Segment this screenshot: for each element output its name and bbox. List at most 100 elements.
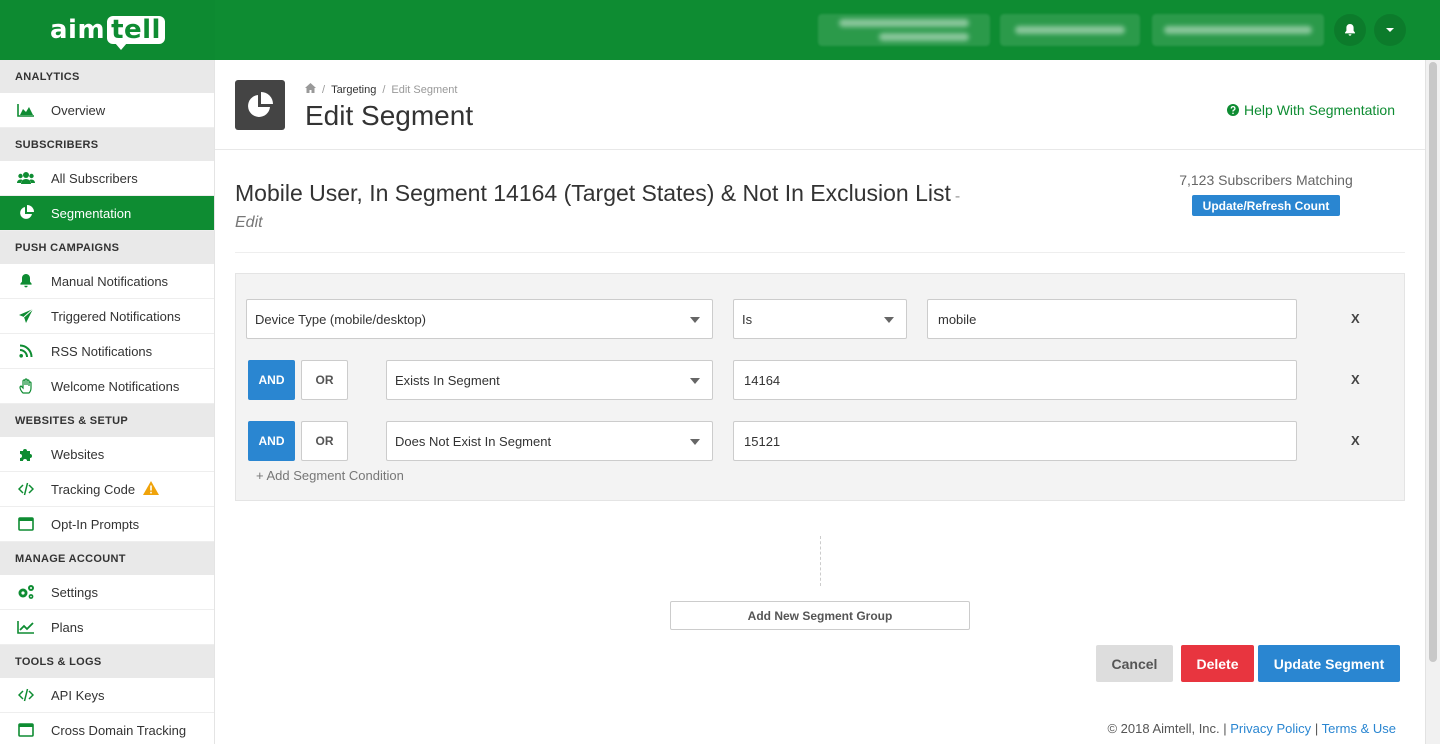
sidebar-item-label: Settings <box>51 584 98 600</box>
question-circle-icon <box>1227 104 1240 116</box>
sidebar-item-manual-notifications[interactable]: Manual Notifications <box>0 264 214 299</box>
sidebar-item-cross-domain-tracking[interactable]: Cross Domain Tracking <box>0 713 214 744</box>
footer-separator: | <box>1314 721 1319 736</box>
sidebar-section-manage-account: MANAGE ACCOUNT <box>0 542 214 575</box>
condition-field-select[interactable]: Exists In Segment <box>386 360 713 400</box>
sidebar-item-all-subscribers[interactable]: All Subscribers <box>0 161 214 196</box>
or-toggle-button[interactable]: OR <box>301 360 348 400</box>
warning-icon <box>143 480 160 498</box>
breadcrumb-targeting[interactable]: Targeting <box>331 84 376 96</box>
segment-edit-label[interactable]: Edit <box>235 214 263 232</box>
sidebar-section-websites-setup: WEBSITES & SETUP <box>0 404 214 437</box>
sidebar-item-triggered-notifications[interactable]: Triggered Notifications <box>0 299 214 334</box>
sidebar-item-settings[interactable]: Settings <box>0 575 214 610</box>
breadcrumb-separator: / <box>382 83 386 96</box>
condition-field-select[interactable]: Does Not Exist In Segment <box>386 421 713 461</box>
logo-text-right: tell <box>107 16 165 50</box>
sidebar-item-label: Opt-In Prompts <box>51 516 140 532</box>
rss-icon <box>16 343 36 359</box>
sidebar-section-tools-logs: TOOLS & LOGS <box>0 645 214 678</box>
condition-value-input[interactable]: 14164 <box>733 360 1297 400</box>
cancel-button[interactable]: Cancel <box>1096 645 1173 682</box>
divider <box>235 252 1405 253</box>
sidebar-section-subscribers: SUBSCRIBERS <box>0 128 214 161</box>
pie-chart-icon <box>235 80 285 130</box>
breadcrumb: / Targeting / Edit Segment <box>305 83 457 96</box>
setup-pill-blurred[interactable] <box>1152 14 1324 46</box>
help-link-label: Help With Segmentation <box>1244 102 1395 118</box>
subscribers-matching-count: 7,123 Subscribers Matching <box>1179 172 1353 188</box>
update-segment-button[interactable]: Update Segment <box>1258 645 1400 682</box>
chevron-down-icon <box>1386 28 1394 32</box>
cogs-icon <box>16 584 36 600</box>
logo-area[interactable]: aim tell <box>0 0 215 60</box>
sidebar-item-websites[interactable]: Websites <box>0 437 214 472</box>
window-icon <box>16 516 36 532</box>
page-header: / Targeting / Edit Segment Edit Segment … <box>215 60 1425 150</box>
pie-chart-icon <box>16 205 36 221</box>
sidebar-item-segmentation[interactable]: Segmentation <box>0 196 214 231</box>
scrollbar-thumb[interactable] <box>1429 62 1437 662</box>
footer: © 2018 Aimtell, Inc. | Privacy Policy | … <box>1107 721 1396 736</box>
account-dropdown-button[interactable] <box>1374 14 1406 46</box>
trial-pill-blurred[interactable] <box>1000 14 1140 46</box>
terms-link[interactable]: Terms & Use <box>1322 721 1396 736</box>
home-icon[interactable] <box>305 83 316 96</box>
refresh-count-button[interactable]: Update/Refresh Count <box>1192 195 1340 216</box>
remove-condition-button[interactable]: X <box>1351 372 1360 387</box>
sidebar-item-opt-in-prompts[interactable]: Opt-In Prompts <box>0 507 214 542</box>
sidebar-item-welcome-notifications[interactable]: Welcome Notifications <box>0 369 214 404</box>
sidebar-item-tracking-code[interactable]: Tracking Code <box>0 472 214 507</box>
remove-condition-button[interactable]: X <box>1351 311 1360 326</box>
bell-icon <box>16 273 36 289</box>
sidebar-item-label: Cross Domain Tracking <box>51 722 187 738</box>
sidebar-item-plans[interactable]: Plans <box>0 610 214 645</box>
sidebar-item-label: Tracking Code <box>51 481 136 497</box>
blurred-line <box>1015 26 1125 34</box>
area-chart-icon <box>16 102 36 118</box>
account-info-blurred[interactable] <box>818 14 990 46</box>
sidebar-item-api-keys[interactable]: API Keys <box>0 678 214 713</box>
delete-button[interactable]: Delete <box>1181 645 1254 682</box>
select-value: Does Not Exist In Segment <box>395 433 552 449</box>
sidebar-item-label: API Keys <box>51 687 105 703</box>
privacy-policy-link[interactable]: Privacy Policy <box>1230 721 1311 736</box>
code-icon <box>16 687 36 703</box>
line-chart-icon <box>16 619 36 635</box>
notifications-button[interactable] <box>1334 14 1366 46</box>
condition-value-input[interactable]: mobile <box>927 299 1297 339</box>
blurred-line <box>1164 26 1312 34</box>
sidebar-item-label: Triggered Notifications <box>51 308 181 324</box>
condition-field-select[interactable]: Device Type (mobile/desktop) <box>246 299 713 339</box>
sidebar-item-label: Websites <box>51 446 105 462</box>
help-with-segmentation-link[interactable]: Help With Segmentation <box>1227 102 1395 118</box>
sidebar-item-label: All Subscribers <box>51 170 138 186</box>
top-navbar: aim tell <box>0 0 1440 60</box>
code-icon <box>16 481 36 497</box>
page-scrollbar[interactable] <box>1425 60 1440 744</box>
segment-name: Mobile User, In Segment 14164 (Target St… <box>235 180 960 207</box>
blurred-line <box>879 33 969 41</box>
input-value: mobile <box>938 311 977 327</box>
remove-condition-button[interactable]: X <box>1351 433 1360 448</box>
segment-title-dash: - <box>954 188 961 205</box>
condition-value-input[interactable]: 15121 <box>733 421 1297 461</box>
input-value: 15121 <box>744 433 781 449</box>
and-toggle-button[interactable]: AND <box>248 421 295 461</box>
aimtell-logo[interactable]: aim tell <box>50 15 165 50</box>
add-segment-condition-link[interactable]: + Add Segment Condition <box>256 468 404 483</box>
add-segment-group-button[interactable]: Add New Segment Group <box>670 601 970 630</box>
window-icon <box>16 722 36 738</box>
hand-wave-icon <box>16 378 36 394</box>
sidebar-item-label: Plans <box>51 619 84 635</box>
breadcrumb-separator: / <box>322 83 326 96</box>
or-toggle-button[interactable]: OR <box>301 421 348 461</box>
sidebar-item-label: Welcome Notifications <box>51 378 180 394</box>
select-value: Is <box>742 311 753 327</box>
sidebar-item-overview[interactable]: Overview <box>0 93 214 128</box>
and-toggle-button[interactable]: AND <box>248 360 295 400</box>
sidebar-item-rss-notifications[interactable]: RSS Notifications <box>0 334 214 369</box>
condition-operator-select[interactable]: Is <box>733 299 907 339</box>
sidebar: ANALYTICS Overview SUBSCRIBERS All Subsc… <box>0 60 215 744</box>
bell-icon <box>1345 24 1355 36</box>
